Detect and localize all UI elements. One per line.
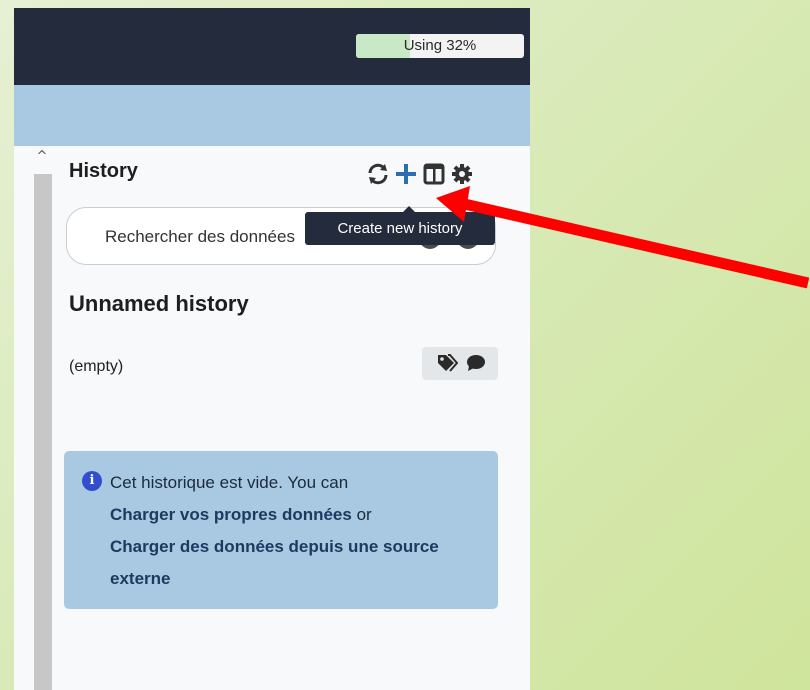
quota-label: Using 32% (403, 37, 477, 54)
upload-link[interactable]: Charger vos propres données (110, 505, 352, 524)
search-placeholder: Rechercher des données (105, 227, 295, 246)
scrollbar[interactable]: ^ (24, 146, 54, 690)
scroll-thumb[interactable] (34, 174, 52, 690)
tooltip: Create new history (305, 212, 495, 245)
tags-icon (436, 353, 459, 373)
scroll-up-icon[interactable]: ^ (34, 149, 50, 165)
history-title: History (69, 160, 138, 182)
history-name[interactable]: Unnamed history (69, 291, 249, 317)
columns-icon[interactable] (422, 162, 446, 186)
empty-history-alert: i Cet historique est vide. You can Charg… (64, 451, 498, 609)
masthead: Using 32% (14, 8, 530, 85)
panel-header-bar (14, 85, 530, 146)
gear-icon[interactable] (450, 162, 474, 186)
history-status: (empty) (69, 358, 124, 375)
alert-text: Cet historique est vide. You can (110, 473, 349, 492)
comment-icon (466, 354, 486, 372)
external-source-link[interactable]: Charger des données depuis une source ex… (110, 537, 439, 588)
refresh-icon[interactable] (366, 162, 390, 186)
quota-meter[interactable]: Using 32% (356, 34, 524, 58)
info-icon: i (82, 471, 102, 491)
tags-button[interactable] (422, 347, 498, 380)
plus-icon[interactable] (394, 162, 418, 186)
alert-or: or (356, 505, 372, 524)
